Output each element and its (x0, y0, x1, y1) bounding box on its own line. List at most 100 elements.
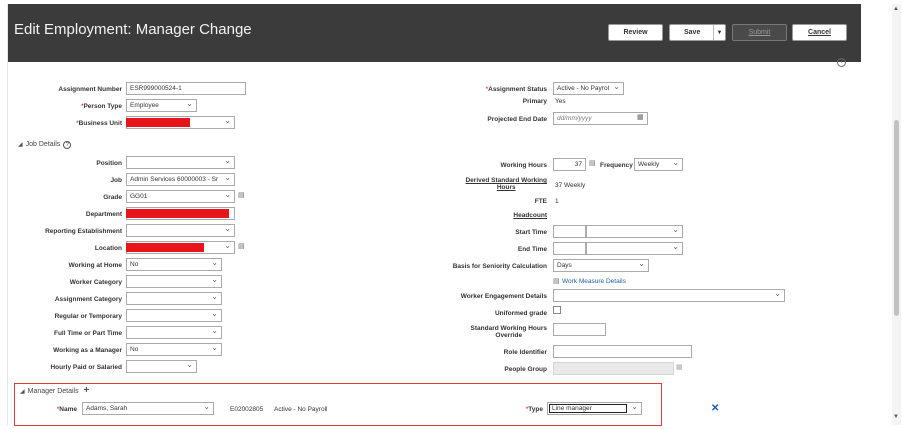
assignment-number-label: Assignment Number (58, 86, 122, 93)
override-label-line1: Standard Working Hours (470, 325, 547, 332)
vertical-scrollbar[interactable]: ▲ ▼ (892, 4, 901, 425)
job-label: Job (110, 177, 122, 184)
engagement-select[interactable] (553, 289, 785, 302)
hourly-paid-select[interactable] (126, 360, 197, 373)
headcount-label: Headcount (513, 212, 547, 219)
override-field[interactable] (553, 323, 606, 336)
end-time-label: End Time (517, 246, 547, 253)
manager-status: Active - No Payroll (274, 406, 328, 413)
location-details-icon[interactable]: ▤ (238, 242, 245, 250)
page-title: Edit Employment: Manager Change (14, 21, 252, 38)
work-measure-icon: ▤ (553, 278, 560, 285)
derived-hours-label-line2: Hours (496, 184, 516, 191)
work-measure-link[interactable]: Work Measure Details (562, 278, 626, 285)
working-at-home-select[interactable]: No (126, 258, 222, 271)
regular-or-temporary-label: Regular or Temporary (54, 313, 122, 320)
scroll-down-icon[interactable]: ▼ (893, 414, 899, 420)
start-time-select[interactable] (586, 225, 683, 238)
projected-end-date-label: Projected End Date (487, 116, 547, 123)
role-identifier-field[interactable] (553, 345, 692, 358)
person-type-label: *Person Type (80, 103, 122, 110)
department-label: Department (85, 211, 122, 218)
working-at-home-label: Working at Home (68, 262, 122, 269)
people-group-search-icon[interactable]: ▦ (676, 363, 683, 371)
cancel-button[interactable]: Cancel (792, 24, 847, 41)
override-label: Standard Working Hours Override (471, 325, 547, 339)
people-group-label: People Group (504, 366, 547, 373)
uniformed-grade-label: Uniformed grade (494, 310, 547, 317)
manager-type-select[interactable]: Line manager (547, 402, 642, 415)
title-bar: Edit Employment: Manager Change Review S… (8, 4, 861, 62)
headcount-label-text: Headcount (513, 212, 547, 219)
working-as-manager-select[interactable]: No (126, 343, 222, 356)
position-label: Position (96, 160, 122, 167)
submit-button-label: Submit (748, 29, 771, 36)
save-menu-chevron-icon[interactable]: ▼ (713, 25, 725, 40)
manager-type-label: *Type (525, 406, 543, 413)
regular-or-temporary-select[interactable] (126, 309, 222, 322)
manager-details-title: Manager Details (27, 388, 79, 395)
redacted-department (126, 209, 229, 218)
grade-details-icon[interactable]: ▤ (238, 191, 245, 199)
manager-type-value: Line manager (549, 404, 627, 413)
job-details-header[interactable]: ◢ Job Details? (18, 141, 72, 149)
end-time-select[interactable] (586, 242, 683, 255)
submit-button[interactable]: Submit (732, 24, 787, 41)
remove-manager-icon[interactable]: ✕ (711, 403, 719, 414)
assignment-category-select[interactable] (126, 292, 222, 305)
cancel-button-label: Cancel (808, 29, 831, 36)
person-type-select[interactable]: Employee (126, 99, 197, 112)
manager-collapse-triangle-icon[interactable]: ◢ (20, 388, 25, 395)
fte-value: 1 (555, 198, 559, 205)
start-time-label: Start Time (515, 229, 547, 236)
grade-select[interactable]: GG01 (126, 190, 235, 203)
review-button[interactable]: Review (608, 24, 663, 41)
help-icon[interactable]: ? (837, 58, 846, 67)
job-details-help-icon[interactable]: ? (63, 141, 72, 149)
assignment-category-label: Assignment Category (54, 296, 122, 303)
frequency-select[interactable]: Weekly (634, 158, 683, 171)
manager-name-select[interactable]: Adams, Sarah (82, 402, 214, 415)
add-manager-plus-icon[interactable]: + (84, 385, 90, 396)
full-or-part-time-select[interactable] (126, 326, 222, 339)
people-group-field[interactable] (553, 362, 674, 375)
uniformed-grade-checkbox[interactable] (553, 306, 561, 314)
role-identifier-label: Role Identifier (503, 349, 547, 356)
worker-category-label: Worker Category (69, 279, 122, 286)
assignment-status-select[interactable]: Active - No Payrol (553, 82, 624, 95)
start-time-field[interactable] (553, 225, 586, 238)
manager-name-label: *Name (56, 406, 77, 413)
assignment-status-label-text: Assignment Status (488, 86, 547, 93)
primary-label: Primary (522, 98, 547, 105)
working-as-manager-label: Working as a Manager (53, 347, 122, 354)
calendar-icon[interactable]: ▦ (637, 113, 644, 121)
seniority-select[interactable]: Days (553, 259, 649, 272)
person-type-label-text: Person Type (83, 103, 122, 110)
working-hours-details-icon[interactable]: ▤ (589, 159, 596, 167)
grade-label: Grade (103, 194, 122, 201)
end-time-field[interactable] (553, 242, 586, 255)
scroll-up-icon[interactable]: ▲ (893, 6, 899, 12)
hourly-paid-label: Hourly Paid or Salaried (50, 364, 122, 371)
position-select[interactable] (126, 156, 235, 169)
location-label: Location (94, 245, 122, 252)
save-button[interactable]: Save ▼ (669, 24, 726, 41)
derived-hours-label-line1: Derived Standard Working (465, 177, 547, 184)
scrollbar-thumb[interactable] (894, 120, 899, 316)
working-hours-label: Working Hours (500, 162, 547, 169)
assignment-number-field[interactable]: ESR999000524-1 (126, 82, 246, 95)
projected-end-date-field[interactable]: dd/mm/yyyy (553, 112, 648, 125)
redacted-business-unit (126, 118, 190, 127)
worker-category-select[interactable] (126, 275, 222, 288)
derived-hours-value: 37 Weekly (555, 182, 586, 189)
job-select[interactable]: Admin Services 60000003 - Sr (126, 173, 235, 186)
collapse-triangle-icon[interactable]: ◢ (18, 141, 23, 148)
reporting-establishment-select[interactable] (126, 224, 235, 237)
app-frame: Edit Employment: Manager Change Review S… (7, 4, 861, 426)
job-details-title: Job Details (25, 141, 61, 148)
save-button-label: Save (684, 29, 701, 36)
primary-value: Yes (555, 98, 566, 105)
working-hours-field[interactable]: 37 (553, 158, 586, 171)
manager-details-header[interactable]: ◢ Manager Details + (20, 385, 89, 396)
business-unit-label-text: Business Unit (78, 120, 122, 127)
